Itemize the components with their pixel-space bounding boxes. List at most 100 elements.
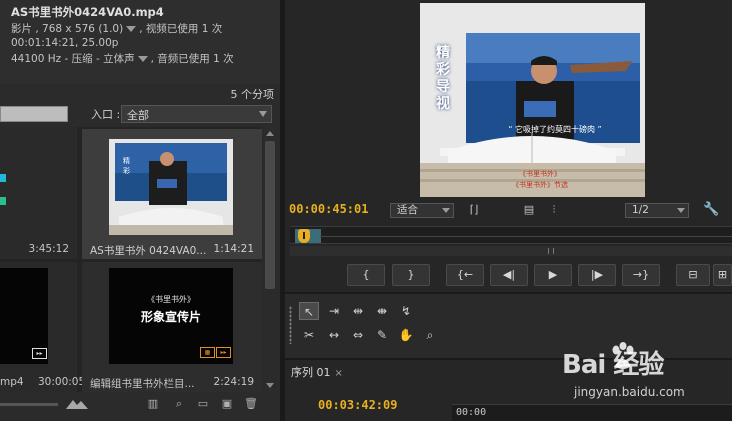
rate-stretch-tool-icon[interactable]: ↯ xyxy=(396,302,416,320)
zoom-fit-select[interactable]: 适合 xyxy=(390,203,454,218)
frame-vertical-title: 精彩导视 xyxy=(436,45,450,112)
tools-panel: ↖ ⇥ ⇹ ⇼ ↯ ✂ ↔ ⇔ ✎ ✋ ⌕ xyxy=(285,292,732,358)
play-button[interactable]: ▶ xyxy=(534,264,572,286)
chevron-down-icon[interactable] xyxy=(137,56,148,62)
slide-tool-icon[interactable]: ⇔ xyxy=(348,326,368,344)
step-back-button[interactable]: ◀| xyxy=(490,264,528,286)
project-footer: ▥ ⌕ ▭ ▣ 🗑 xyxy=(0,392,280,421)
close-icon[interactable]: × xyxy=(335,368,343,379)
mark-in-button[interactable]: { xyxy=(347,264,385,286)
sequence-timecode[interactable]: 00:03:42:09 xyxy=(318,398,397,412)
bin-scrollbar[interactable] xyxy=(263,127,277,392)
list-item-selected[interactable]: 精 彩 AS书里书外 0424VA0... 1:14:21 xyxy=(82,129,262,259)
list-item[interactable]: 3:45:12 xyxy=(0,127,77,259)
panel-grip[interactable] xyxy=(289,306,292,344)
pen-tool-icon[interactable]: ✎ xyxy=(372,326,392,344)
frame-caption: “ 它吸掉了约莫四十磅肉 ” xyxy=(508,125,602,134)
mark-out-button[interactable]: } xyxy=(392,264,430,286)
delete-icon[interactable]: 🗑 xyxy=(244,398,258,410)
razor-tool-icon[interactable]: ✂ xyxy=(299,326,319,344)
timeline-ruler[interactable]: 00:00 xyxy=(452,404,732,421)
rolling-edit-tool-icon[interactable]: ⇼ xyxy=(372,302,392,320)
chevron-down-icon[interactable] xyxy=(126,26,137,32)
sequence-panel: 序列 01 × 00:03:42:09 00:00 xyxy=(285,358,732,421)
clip-video-info: 影片 , 768 x 576 (1.0) , 视频已使用 1 次 xyxy=(11,21,222,36)
audio-waveform-icon[interactable]: ⫶ xyxy=(547,203,561,217)
item-duration: 1:14:21 xyxy=(213,243,254,255)
video-badge-icon: ▦ xyxy=(200,347,215,358)
program-monitor: 精彩导视 “ 它吸掉了约莫四十磅肉 ” 《书里书外》 《书里书外》节选 00:0… xyxy=(285,0,732,292)
track-select-tool-icon[interactable]: ⇥ xyxy=(324,302,344,320)
slip-tool-icon[interactable]: ↔ xyxy=(324,326,344,344)
list-view-icon[interactable]: ▥ xyxy=(146,398,160,410)
new-bin-icon[interactable]: ▭ xyxy=(196,398,210,410)
extract-button[interactable]: ⊞ xyxy=(713,264,732,286)
scroll-up-icon[interactable] xyxy=(266,131,274,136)
clip-audio-usage: , 音频已使用 1 次 xyxy=(150,53,234,65)
item-name: AS书里书外 0424VA0... xyxy=(90,245,207,257)
item-name: mp4 xyxy=(0,376,24,388)
scroll-thumb[interactable] xyxy=(265,141,275,289)
list-item[interactable]: ▸▸ mp4 30:00:05 xyxy=(0,262,85,392)
clip-audio-info: 44100 Hz - 压缩 - 立体声 , 音频已使用 1 次 xyxy=(11,51,234,66)
scroll-down-icon[interactable] xyxy=(266,383,274,388)
go-to-out-button[interactable]: →} xyxy=(622,264,660,286)
clip-info: AS书里书外0424VA0.mp4 影片 , 768 x 576 (1.0) , … xyxy=(0,0,280,84)
list-item[interactable]: 《书里书外》 形象宣传片 ▦ ▸▸ 编辑组书里书外栏目... 2:24:19 xyxy=(82,262,262,392)
selection-tool-icon[interactable]: ↖ xyxy=(299,302,319,320)
monitor-zoom-scrollbar[interactable] xyxy=(290,246,732,256)
entry-filter-value: 全部 xyxy=(127,109,149,122)
program-frame: 精彩导视 “ 它吸掉了约莫四十磅肉 ” 《书里书外》 《书里书外》节选 xyxy=(420,3,645,197)
ripple-edit-tool-icon[interactable]: ⇹ xyxy=(348,302,368,320)
playback-resolution-value: 1/2 xyxy=(632,204,649,216)
thumbnail-subtitle: 形象宣传片 xyxy=(140,310,201,324)
frame-book-line2: 《书里书外》节选 xyxy=(512,181,568,189)
chevron-down-icon xyxy=(259,111,267,117)
clip-duration: 00:01:14:21, 25.00p xyxy=(11,37,119,49)
item-name: 编辑组书里书外栏目... xyxy=(90,378,195,390)
chevron-down-icon xyxy=(442,208,450,213)
frame-book-line1: 《书里书外》 xyxy=(519,170,561,178)
clip-title: AS书里书外0424VA0.mp4 xyxy=(11,5,164,19)
monitor-time-ruler[interactable] xyxy=(290,226,732,244)
mountain-zoom-icon[interactable] xyxy=(66,397,88,409)
audio-video-badge-icon: ▸▸ xyxy=(32,348,47,359)
step-forward-button[interactable]: |▶ xyxy=(578,264,616,286)
thumbnail-title: 《书里书外》 xyxy=(147,295,195,304)
lift-icon: ⊟ xyxy=(688,268,698,281)
item-duration: 3:45:12 xyxy=(28,243,69,255)
clip-thumbnail: 精 彩 xyxy=(109,139,233,235)
clip-video-format: 影片 , 768 x 576 (1.0) xyxy=(11,23,124,35)
thumbnail-zoom-slider[interactable] xyxy=(0,403,58,406)
wrench-icon[interactable]: 🔧 xyxy=(703,202,719,218)
playhead-timecode[interactable]: 00:00:45:01 xyxy=(289,202,368,216)
go-to-in-button[interactable]: {← xyxy=(446,264,484,286)
entry-filter-select[interactable]: 全部 xyxy=(121,105,272,123)
search-icon[interactable]: ⌕ xyxy=(172,398,186,410)
safe-margins-icon[interactable]: ⌈⌋ xyxy=(467,203,481,217)
zoom-fit-value: 适合 xyxy=(397,204,418,216)
zoom-tool-icon[interactable]: ⌕ xyxy=(420,326,440,344)
tab-sequence-01[interactable]: 序列 01 × xyxy=(291,364,343,382)
ruler-ticks xyxy=(320,236,732,237)
entry-label: 入口 : xyxy=(91,108,121,121)
search-input[interactable] xyxy=(0,106,68,122)
label-color-marker xyxy=(0,174,6,182)
svg-text:精: 精 xyxy=(123,156,130,165)
clip-audio-format: 44100 Hz - 压缩 - 立体声 xyxy=(11,53,135,65)
svg-text:彩: 彩 xyxy=(123,166,130,175)
audio-badge-icon: ▸▸ xyxy=(216,347,231,358)
playback-resolution-select[interactable]: 1/2 xyxy=(625,203,689,218)
new-item-icon[interactable]: ▣ xyxy=(220,398,234,410)
label-color-marker xyxy=(0,197,6,205)
filmstrip-icon[interactable]: ▤ xyxy=(522,203,536,217)
bin-grid: 3:45:12 精 彩 AS书里书外 0424VA0... 1:14:21 ▸▸… xyxy=(0,127,262,392)
project-panel: AS书里书外0424VA0.mp4 影片 , 768 x 576 (1.0) , … xyxy=(0,0,280,421)
lift-button[interactable]: ⊟ xyxy=(676,264,710,286)
ruler-start-label: 00:00 xyxy=(456,407,487,418)
zoom-grip[interactable] xyxy=(548,248,554,254)
hand-tool-icon[interactable]: ✋ xyxy=(396,326,416,344)
item-duration: 2:24:19 xyxy=(213,376,254,388)
playhead-icon[interactable] xyxy=(298,229,310,243)
item-count: 5 个分项 xyxy=(230,88,275,101)
